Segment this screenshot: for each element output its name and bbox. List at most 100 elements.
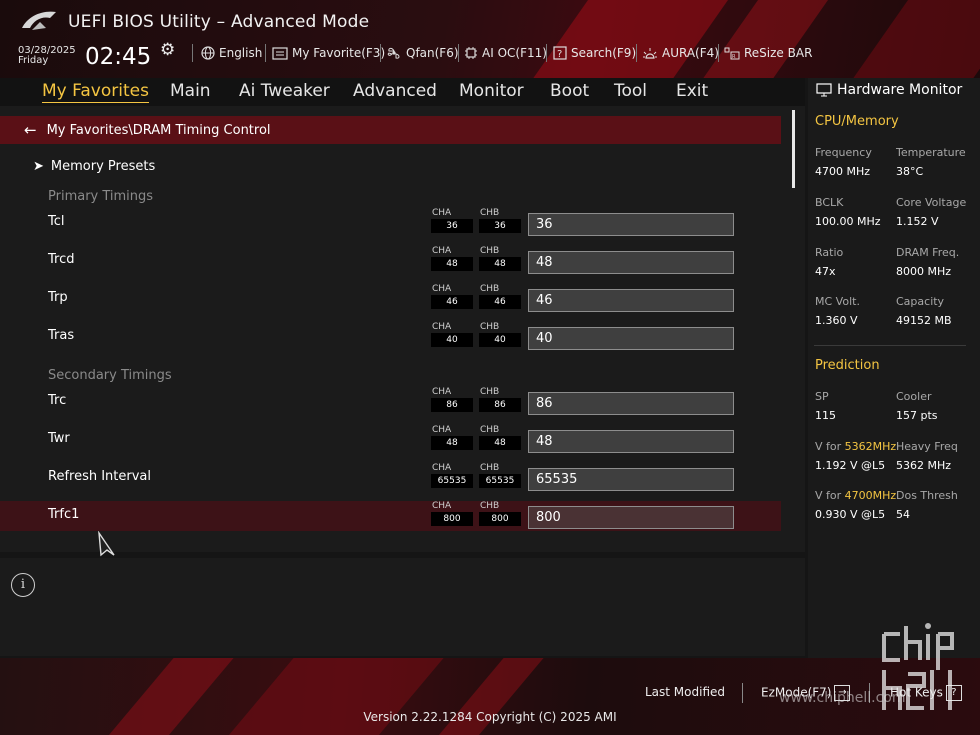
timing-label: Trp	[48, 290, 68, 305]
scrollbar[interactable]	[792, 110, 795, 188]
chb-readout: CHB 46	[479, 284, 521, 312]
ratio-value: 47x	[815, 265, 836, 278]
frequency-label: Frequency	[815, 146, 872, 159]
chb-readout: CHB 48	[479, 246, 521, 274]
memory-presets-label: Memory Presets	[50, 159, 156, 174]
cooler-label: Cooler	[896, 390, 932, 403]
timing-row[interactable]: Twr CHA 48 CHB 48 48	[0, 425, 781, 455]
cha-label: CHA	[432, 387, 452, 397]
timing-row[interactable]: Refresh Interval CHA 65535 CHB 65535 65535	[0, 463, 781, 493]
last-modified-button[interactable]: Last Modified	[645, 685, 725, 699]
ai-oc-button[interactable]: AI OC(F11)	[464, 46, 547, 60]
header-divider	[458, 44, 459, 62]
chb-label: CHB	[480, 501, 500, 511]
heavy-freq-label: Heavy Freq	[896, 440, 958, 453]
search-button[interactable]: ? Search(F9)	[553, 46, 636, 60]
cha-readout: CHA 800	[431, 501, 473, 529]
breadcrumb: ← My Favorites\DRAM Timing Control	[0, 116, 781, 144]
cha-value: 800	[431, 512, 473, 526]
cha-label: CHA	[432, 284, 452, 294]
cha-readout: CHA 48	[431, 246, 473, 274]
chb-label: CHB	[480, 208, 500, 218]
mc-volt-value: 1.360 V	[815, 314, 858, 327]
timing-row[interactable]: Tcl CHA 36 CHB 36 36	[0, 208, 781, 238]
header-divider	[636, 44, 637, 62]
v-for-1-value: 1.192 V @L5	[815, 459, 886, 472]
hardware-monitor-panel: Hardware Monitor CPU/Memory Frequency 47…	[808, 78, 980, 658]
my-favorite-button[interactable]: My Favorite(F3)	[272, 46, 385, 60]
header-divider	[380, 44, 381, 62]
info-icon: i	[11, 573, 35, 597]
day-text: Friday	[18, 55, 49, 66]
header-divider	[546, 44, 547, 62]
tab-ai-tweaker[interactable]: Ai Tweaker	[239, 81, 330, 101]
cha-readout: CHA 86	[431, 387, 473, 415]
tab-tool[interactable]: Tool	[614, 81, 647, 101]
timing-value-input[interactable]: 40	[528, 327, 734, 350]
chb-readout: CHB 40	[479, 322, 521, 350]
qfan-button[interactable]: Qfan(F6)	[386, 46, 459, 60]
aura-button[interactable]: AURA(F4)	[642, 46, 719, 60]
chb-value: 800	[479, 512, 521, 526]
cha-label: CHA	[432, 208, 452, 218]
language-label: English	[219, 46, 263, 60]
tab-my-favorites[interactable]: My Favorites	[42, 81, 149, 103]
tab-main[interactable]: Main	[170, 81, 211, 101]
cha-value: 46	[431, 295, 473, 309]
timing-value-input[interactable]: 48	[528, 430, 734, 453]
v-for-1-freq: 5362MHz	[844, 440, 897, 453]
chb-readout: CHB 36	[479, 208, 521, 236]
search-help-icon: ?	[553, 46, 567, 60]
header-divider	[192, 44, 193, 62]
aura-light-icon	[643, 48, 657, 59]
temperature-value: 38°C	[896, 165, 924, 178]
timing-row[interactable]: Tras CHA 40 CHB 40 40	[0, 322, 781, 352]
ai-oc-label: AI OC(F11)	[482, 46, 547, 60]
frequency-value: 4700 MHz	[815, 165, 871, 178]
cpu-memory-section: CPU/Memory	[815, 114, 899, 129]
chb-label: CHB	[480, 284, 500, 294]
v-for-2-freq: 4700MHz	[844, 489, 897, 502]
clock-display: 02:45	[85, 44, 152, 70]
capacity-label: Capacity	[896, 295, 945, 308]
timing-value-input[interactable]: 86	[528, 392, 734, 415]
chb-readout: CHB 86	[479, 387, 521, 415]
gear-icon[interactable]: ⚙	[160, 40, 175, 60]
settings-panel: ← My Favorites\DRAM Timing Control ➤ Mem…	[0, 106, 805, 552]
core-voltage-value: 1.152 V	[896, 215, 939, 228]
tab-exit[interactable]: Exit	[676, 81, 708, 101]
dos-thresh-label: Dos Thresh	[896, 489, 958, 502]
timing-label: Trcd	[48, 252, 75, 267]
hardware-monitor-label: Hardware Monitor	[837, 82, 963, 98]
language-button[interactable]: English	[201, 46, 262, 60]
timing-row[interactable]: Trfc1 CHA 800 CHB 800 800	[0, 501, 781, 531]
timing-value-input[interactable]: 48	[528, 251, 734, 274]
timing-value-input[interactable]: 800	[528, 506, 734, 529]
chb-label: CHB	[480, 425, 500, 435]
timing-value-input[interactable]: 46	[528, 289, 734, 312]
timing-value-input[interactable]: 65535	[528, 468, 734, 491]
chb-label: CHB	[480, 387, 500, 397]
tab-monitor[interactable]: Monitor	[459, 81, 524, 101]
memory-presets-item[interactable]: ➤ Memory Presets	[33, 159, 155, 174]
version-text: Version 2.22.1284 Copyright (C) 2025 AMI	[363, 710, 617, 724]
svg-text:?: ?	[557, 49, 562, 60]
timing-row[interactable]: Trp CHA 46 CHB 46 46	[0, 284, 781, 314]
section-header-secondary: Secondary Timings	[48, 368, 172, 383]
sp-value: 115	[815, 409, 836, 422]
tab-advanced[interactable]: Advanced	[353, 81, 437, 101]
timing-row[interactable]: Trc CHA 86 CHB 86 86	[0, 387, 781, 417]
cha-readout: CHA 40	[431, 322, 473, 350]
ratio-label: Ratio	[815, 246, 844, 259]
timing-value-input[interactable]: 36	[528, 213, 734, 236]
window-title: UEFI BIOS Utility – Advanced Mode	[68, 12, 370, 32]
v-for-1-label: V for 5362MHz	[815, 440, 896, 453]
cha-label: CHA	[432, 425, 452, 435]
tab-boot[interactable]: Boot	[550, 81, 589, 101]
hardware-monitor-title: Hardware Monitor	[816, 82, 962, 98]
back-arrow-icon[interactable]: ←	[24, 121, 37, 139]
timing-label: Twr	[48, 431, 70, 446]
timing-row[interactable]: Trcd CHA 48 CHB 48 48	[0, 246, 781, 276]
sp-label: SP	[815, 390, 829, 403]
resize-bar-button[interactable]: R ReSize BAR	[724, 46, 812, 60]
